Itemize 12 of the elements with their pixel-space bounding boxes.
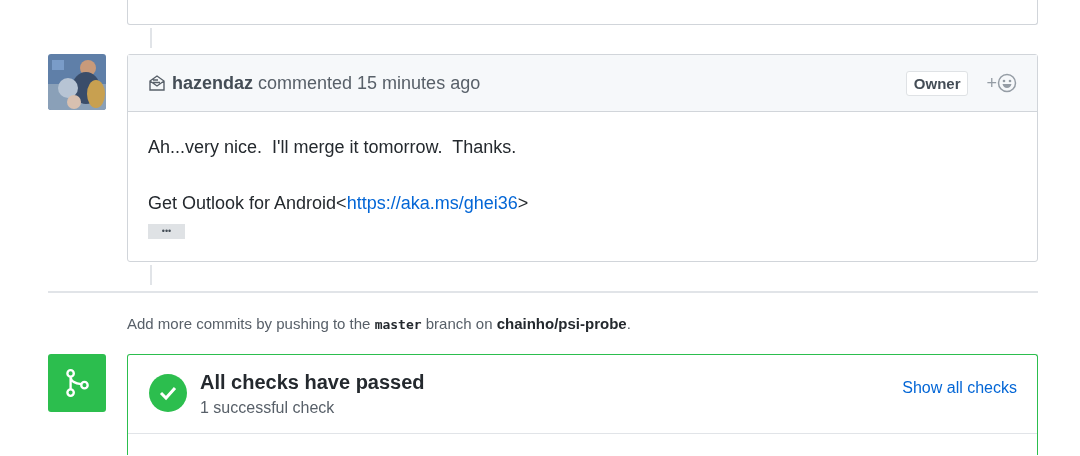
push-hint-text: Add more commits by pushing to the master branch on chainho/psi-probe. [127,315,632,332]
owner-label: Owner [905,70,969,96]
checks-subtitle: 1 successful check [200,399,336,417]
show-all-checks-link[interactable]: Show all checks [902,379,1017,397]
comment-text: Ah...very nice. I'll merge it tomorrow. Thanks. [148,136,518,158]
check-icon [148,373,188,413]
checks-title: All checks have passed [200,370,425,395]
signature-text: Get Outlook for Android<https://aka.ms/ghei36> [148,192,530,214]
envelope-icon [148,74,166,92]
comment-author-line: hazendaz commented 15 minutes ago [172,72,481,94]
signature-link[interactable]: https://aka.ms/ghei36 [346,193,518,213]
show-more-button[interactable]: ••• [148,224,185,239]
